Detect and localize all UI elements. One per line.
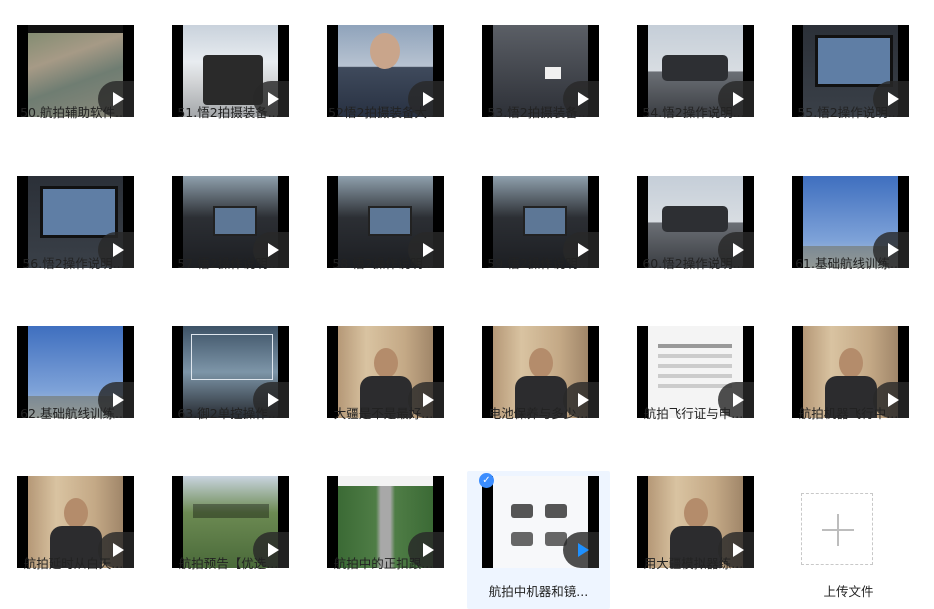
video-filename: 62.基础航线训练...: [20, 406, 127, 421]
video-filename: 航拍延时从白天...: [23, 556, 124, 571]
play-icon[interactable]: [563, 532, 599, 568]
selected-check-icon[interactable]: ✓: [479, 473, 494, 488]
video-filename: 56.悟2操作说明...: [22, 256, 125, 271]
video-filename: 50.航拍辅助软件...: [20, 105, 127, 120]
video-tile[interactable]: 62.基础航线训练...: [2, 301, 145, 436]
video-tile[interactable]: 53.悟2拍摄装备...: [467, 0, 610, 135]
video-tile[interactable]: 电池保养与多少...: [467, 301, 610, 436]
video-tile[interactable]: 54.悟2操作说明...: [622, 0, 765, 135]
video-tile[interactable]: 航拍延时从白天...: [2, 451, 145, 586]
video-filename: 航拍飞行证与申...: [643, 406, 744, 421]
video-filename: 54.悟2操作说明...: [642, 105, 745, 120]
video-tile[interactable]: 57.悟2操作说明...: [157, 151, 300, 286]
video-filename: 52悟2拍摄装备大...: [328, 105, 439, 120]
video-tile[interactable]: 59.悟2操作说明...: [467, 151, 610, 286]
video-tile[interactable]: ✓ 航拍中机器和镜...: [467, 471, 610, 609]
video-filename: 55.悟2操作说明...: [797, 105, 900, 120]
video-filename: 58.悟2操作说明...: [332, 256, 435, 271]
video-tile[interactable]: 52悟2拍摄装备大...: [312, 0, 455, 135]
upload-plus-icon[interactable]: [801, 493, 873, 565]
video-filename: 大疆是不是最好...: [333, 406, 434, 421]
video-tile[interactable]: 航拍中的正扣跟...: [312, 451, 455, 586]
video-filename: 航拍预告【优选...: [178, 556, 279, 571]
video-tile[interactable]: 61.基础航线训练...: [777, 151, 920, 286]
video-filename: 51.悟2拍摄装备...: [177, 105, 280, 120]
video-tile[interactable]: 51.悟2拍摄装备...: [157, 0, 300, 135]
video-tile[interactable]: 55.悟2操作说明...: [777, 0, 920, 135]
video-tile[interactable]: 航拍飞行证与申...: [622, 301, 765, 436]
video-filename: 60.悟2操作说明...: [642, 256, 745, 271]
video-file-grid: 50.航拍辅助软件... 51.悟2拍摄装备... 52悟2拍摄装备大... 53.悟…: [0, 0, 934, 609]
video-tile[interactable]: 用大疆模拟器练...: [622, 451, 765, 586]
video-filename: 59.悟2操作说明...: [487, 256, 590, 271]
video-filename: 61.基础航线训练...: [795, 256, 902, 271]
upload-file-label[interactable]: 上传文件: [779, 581, 918, 600]
video-tile[interactable]: 航拍机器飞行中...: [777, 301, 920, 436]
video-filename: 53.悟2拍摄装备...: [487, 105, 590, 120]
video-filename: 用大疆模拟器练...: [643, 556, 744, 571]
video-tile[interactable]: 60.悟2操作说明...: [622, 151, 765, 286]
video-tile[interactable]: 58.悟2操作说明...: [312, 151, 455, 286]
video-filename: 57.悟2操作说明...: [177, 256, 280, 271]
video-tile[interactable]: 56.悟2操作说明...: [2, 151, 145, 286]
video-filename: 航拍中的正扣跟...: [333, 556, 434, 571]
video-tile[interactable]: 50.航拍辅助软件...: [2, 0, 145, 135]
video-tile[interactable]: 大疆是不是最好...: [312, 301, 455, 436]
video-filename: 航拍机器飞行中...: [798, 406, 899, 421]
upload-file-tile[interactable]: 上传文件: [777, 471, 920, 606]
video-filename: 电池保养与多少...: [488, 406, 589, 421]
video-tile[interactable]: 63.御2单控操作...: [157, 301, 300, 436]
video-filename: 航拍中机器和镜...: [488, 584, 589, 599]
video-filename: 63.御2单控操作...: [177, 406, 280, 421]
video-thumbnail[interactable]: [482, 476, 599, 568]
video-tile[interactable]: 航拍预告【优选...: [157, 451, 300, 586]
